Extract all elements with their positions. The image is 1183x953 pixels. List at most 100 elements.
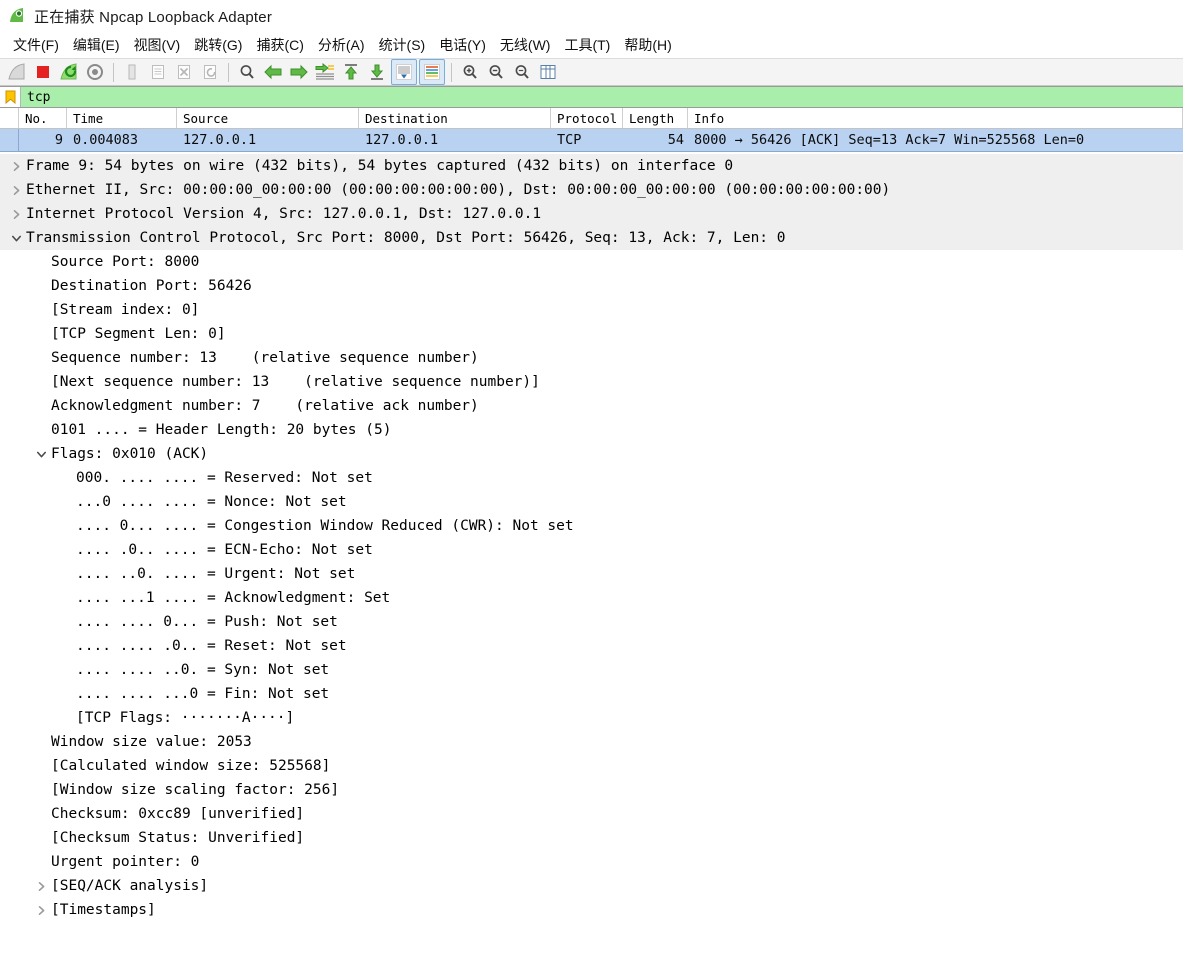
- display-filter-bar[interactable]: tcp: [0, 86, 1183, 108]
- packet-detail-row[interactable]: .... .... ...0 = Fin: Not set: [0, 682, 1183, 706]
- cell-length: 54: [623, 129, 688, 151]
- menu-telephony[interactable]: 电话(Y): [432, 33, 493, 57]
- packet-list-header: No. Time Source Destination Protocol Len…: [0, 108, 1183, 129]
- packet-detail-row[interactable]: [Window size scaling factor: 256]: [0, 778, 1183, 802]
- bookmark-icon[interactable]: [0, 87, 21, 107]
- menu-edit[interactable]: 编辑(E): [66, 33, 127, 57]
- packet-detail-label: .... .... ...0 = Fin: Not set: [76, 686, 329, 702]
- menu-file[interactable]: 文件(F): [6, 33, 66, 57]
- go-to-first-packet-icon[interactable]: [339, 60, 363, 84]
- toolbar-separator-2: [228, 63, 229, 82]
- menu-statistics[interactable]: 统计(S): [372, 33, 433, 57]
- auto-scroll-icon[interactable]: [391, 59, 417, 85]
- column-header-time[interactable]: Time: [67, 108, 177, 128]
- menu-capture[interactable]: 捕获(C): [249, 33, 310, 57]
- toolbar-separator-3: [451, 63, 452, 82]
- find-packet-icon[interactable]: [235, 60, 259, 84]
- packet-detail-label: Destination Port: 56426: [51, 278, 252, 294]
- packet-detail-row[interactable]: [Calculated window size: 525568]: [0, 754, 1183, 778]
- chevron-right-icon[interactable]: [31, 881, 51, 892]
- menu-tools[interactable]: 工具(T): [557, 33, 617, 57]
- packet-detail-row[interactable]: Frame 9: 54 bytes on wire (432 bits), 54…: [0, 154, 1183, 178]
- packet-detail-row[interactable]: [SEQ/ACK analysis]: [0, 874, 1183, 898]
- chevron-down-icon[interactable]: [6, 233, 26, 244]
- resize-columns-icon[interactable]: [536, 60, 560, 84]
- packet-detail-row[interactable]: Sequence number: 13 (relative sequence n…: [0, 346, 1183, 370]
- packet-detail-row[interactable]: Ethernet II, Src: 00:00:00_00:00:00 (00:…: [0, 178, 1183, 202]
- packet-detail-row[interactable]: ...0 .... .... = Nonce: Not set: [0, 490, 1183, 514]
- go-forward-icon[interactable]: [287, 60, 311, 84]
- capture-options-icon[interactable]: [83, 60, 107, 84]
- column-header-no[interactable]: No.: [19, 108, 67, 128]
- packet-detail-row[interactable]: [TCP Flags: ·······A····]: [0, 706, 1183, 730]
- packet-detail-row[interactable]: Destination Port: 56426: [0, 274, 1183, 298]
- packet-detail-row[interactable]: Window size value: 2053: [0, 730, 1183, 754]
- display-filter-input[interactable]: tcp: [21, 87, 1183, 107]
- cell-time: 0.004083: [67, 129, 177, 151]
- packet-detail-row[interactable]: Acknowledgment number: 7 (relative ack n…: [0, 394, 1183, 418]
- packet-detail-row[interactable]: .... ...1 .... = Acknowledgment: Set: [0, 586, 1183, 610]
- zoom-out-icon[interactable]: [484, 60, 508, 84]
- packet-detail-row[interactable]: [Timestamps]: [0, 898, 1183, 922]
- packet-detail-row[interactable]: .... .... 0... = Push: Not set: [0, 610, 1183, 634]
- menu-view[interactable]: 视图(V): [127, 33, 188, 57]
- table-row[interactable]: 9 0.004083 127.0.0.1 127.0.0.1 TCP 54 80…: [0, 129, 1183, 152]
- packet-detail-row[interactable]: 0101 .... = Header Length: 20 bytes (5): [0, 418, 1183, 442]
- menu-wireless[interactable]: 无线(W): [493, 33, 558, 57]
- packet-detail-row[interactable]: [TCP Segment Len: 0]: [0, 322, 1183, 346]
- packet-detail-row[interactable]: Urgent pointer: 0: [0, 850, 1183, 874]
- column-header-info[interactable]: Info: [688, 108, 1183, 128]
- packet-detail-row[interactable]: [Stream index: 0]: [0, 298, 1183, 322]
- chevron-right-icon[interactable]: [6, 185, 26, 196]
- packet-detail-label: [Next sequence number: 13 (relative sequ…: [51, 374, 540, 390]
- packet-detail-label: [SEQ/ACK analysis]: [51, 878, 208, 894]
- column-header-destination[interactable]: Destination: [359, 108, 551, 128]
- go-to-packet-icon[interactable]: [313, 60, 337, 84]
- packet-detail-row[interactable]: .... .... ..0. = Syn: Not set: [0, 658, 1183, 682]
- open-file-icon[interactable]: [120, 60, 144, 84]
- packet-detail-label: .... .... .0.. = Reset: Not set: [76, 638, 347, 654]
- packet-detail-label: Source Port: 8000: [51, 254, 199, 270]
- reload-file-icon[interactable]: [198, 60, 222, 84]
- menu-bar: 文件(F) 编辑(E) 视图(V) 跳转(G) 捕获(C) 分析(A) 统计(S…: [0, 32, 1183, 58]
- cell-info: 8000 → 56426 [ACK] Seq=13 Ack=7 Win=5255…: [688, 129, 1183, 151]
- stop-capture-icon[interactable]: [31, 60, 55, 84]
- packet-detail-row[interactable]: .... ..0. .... = Urgent: Not set: [0, 562, 1183, 586]
- packet-detail-row[interactable]: Checksum: 0xcc89 [unverified]: [0, 802, 1183, 826]
- go-to-last-packet-icon[interactable]: [365, 60, 389, 84]
- packet-detail-label: .... 0... .... = Congestion Window Reduc…: [76, 518, 574, 534]
- go-back-icon[interactable]: [261, 60, 285, 84]
- column-header-protocol[interactable]: Protocol: [551, 108, 623, 128]
- packet-detail-row[interactable]: [Next sequence number: 13 (relative sequ…: [0, 370, 1183, 394]
- save-file-icon[interactable]: [146, 60, 170, 84]
- menu-analyze[interactable]: 分析(A): [311, 33, 372, 57]
- cell-protocol: TCP: [551, 129, 623, 151]
- restart-capture-icon[interactable]: [57, 60, 81, 84]
- packet-detail-label: Sequence number: 13 (relative sequence n…: [51, 350, 479, 366]
- chevron-down-icon[interactable]: [31, 449, 51, 460]
- packet-detail-row[interactable]: Flags: 0x010 (ACK): [0, 442, 1183, 466]
- packet-detail-row[interactable]: Source Port: 8000: [0, 250, 1183, 274]
- zoom-reset-icon[interactable]: [510, 60, 534, 84]
- close-file-icon[interactable]: [172, 60, 196, 84]
- colorize-packets-icon[interactable]: [419, 59, 445, 85]
- packet-detail-row[interactable]: .... .... .0.. = Reset: Not set: [0, 634, 1183, 658]
- chevron-right-icon[interactable]: [6, 161, 26, 172]
- menu-go[interactable]: 跳转(G): [187, 33, 249, 57]
- packet-detail-row[interactable]: 000. .... .... = Reserved: Not set: [0, 466, 1183, 490]
- start-capture-icon[interactable]: [5, 60, 29, 84]
- chevron-right-icon[interactable]: [6, 209, 26, 220]
- column-header-source[interactable]: Source: [177, 108, 359, 128]
- packet-detail-label: Frame 9: 54 bytes on wire (432 bits), 54…: [26, 158, 733, 174]
- packet-detail-label: Flags: 0x010 (ACK): [51, 446, 208, 462]
- packet-detail-row[interactable]: Internet Protocol Version 4, Src: 127.0.…: [0, 202, 1183, 226]
- zoom-in-icon[interactable]: [458, 60, 482, 84]
- column-header-length[interactable]: Length: [623, 108, 688, 128]
- packet-detail-row[interactable]: Transmission Control Protocol, Src Port:…: [0, 226, 1183, 250]
- packet-detail-label: [Checksum Status: Unverified]: [51, 830, 304, 846]
- packet-detail-row[interactable]: [Checksum Status: Unverified]: [0, 826, 1183, 850]
- menu-help[interactable]: 帮助(H): [617, 33, 678, 57]
- packet-detail-row[interactable]: .... .0.. .... = ECN-Echo: Not set: [0, 538, 1183, 562]
- chevron-right-icon[interactable]: [31, 905, 51, 916]
- packet-detail-row[interactable]: .... 0... .... = Congestion Window Reduc…: [0, 514, 1183, 538]
